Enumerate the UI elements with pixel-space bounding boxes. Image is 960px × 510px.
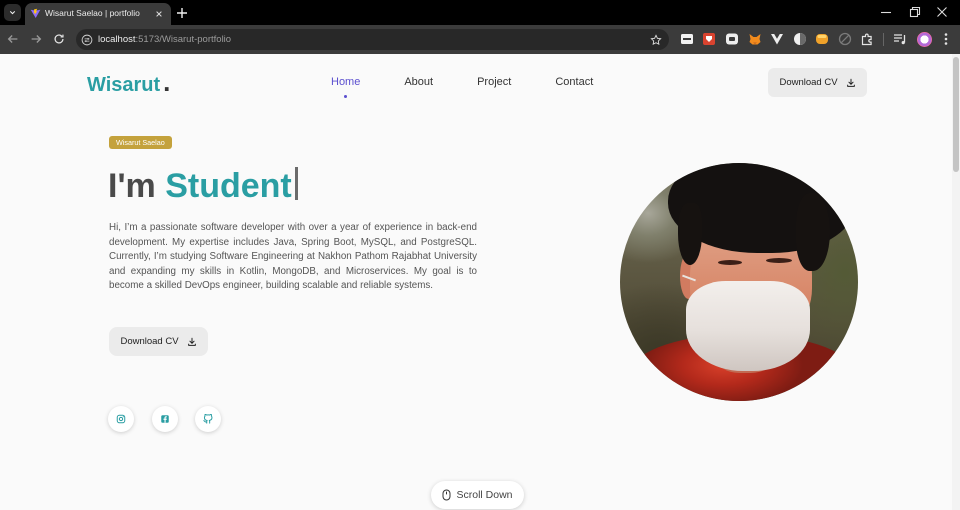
new-tab-plus-icon[interactable] bbox=[176, 7, 188, 19]
minimize-icon[interactable] bbox=[879, 5, 893, 19]
nav-project[interactable]: Project bbox=[477, 75, 511, 89]
photo-hair-side bbox=[678, 203, 702, 265]
header-download-cv-label: Download CV bbox=[779, 77, 838, 88]
tab-active[interactable]: Wisarut Saelao | portfolio bbox=[25, 3, 171, 25]
photo-eye bbox=[766, 258, 792, 263]
name-badge: Wisarut Saelao bbox=[109, 136, 172, 149]
tab-close-icon[interactable] bbox=[155, 10, 163, 18]
profile-avatar[interactable] bbox=[917, 32, 932, 47]
dark-mode-icon[interactable] bbox=[793, 32, 807, 46]
hero-download-cv-label: Download CV bbox=[120, 336, 179, 347]
profile-photo bbox=[620, 163, 858, 401]
typing-caret bbox=[294, 167, 298, 200]
page-scrollbar[interactable] bbox=[952, 54, 960, 510]
restore-icon[interactable] bbox=[908, 5, 922, 19]
fox-icon[interactable] bbox=[748, 32, 762, 46]
instagram-link[interactable] bbox=[108, 406, 134, 432]
instagram-icon bbox=[116, 414, 126, 424]
github-icon bbox=[203, 414, 213, 424]
scrollbar-thumb[interactable] bbox=[953, 57, 959, 172]
address-bar[interactable]: localhost:5173/Wisarut-portfolio bbox=[76, 29, 669, 50]
mouse-icon bbox=[442, 489, 451, 501]
extension-chat-icon[interactable] bbox=[725, 32, 739, 46]
back-arrow-icon[interactable] bbox=[6, 32, 20, 46]
media-controls-icon[interactable] bbox=[893, 32, 907, 46]
forward-arrow-icon[interactable] bbox=[29, 32, 43, 46]
header-download-cv-button[interactable]: Download CV bbox=[768, 68, 867, 97]
site-logo[interactable]: Wisarut. bbox=[87, 67, 171, 97]
extension-red-icon[interactable] bbox=[702, 32, 716, 46]
toolbar-separator bbox=[883, 33, 884, 46]
photo-face-mask bbox=[686, 281, 810, 371]
vite-favicon-icon bbox=[30, 8, 41, 18]
url-text[interactable]: localhost:5173/Wisarut-portfolio bbox=[98, 29, 231, 50]
tab-strip: Wisarut Saelao | portfolio bbox=[0, 0, 960, 25]
extensions-puzzle-icon[interactable] bbox=[860, 32, 874, 46]
download-icon bbox=[846, 78, 855, 87]
extension-window-icon[interactable] bbox=[680, 32, 694, 46]
more-menu-icon[interactable] bbox=[939, 32, 953, 46]
hero-download-cv-button[interactable]: Download CV bbox=[109, 327, 208, 356]
tab-title: Wisarut Saelao | portfolio bbox=[45, 8, 140, 18]
heading-highlight: Student bbox=[165, 167, 292, 205]
facebook-link[interactable] bbox=[152, 406, 178, 432]
heading-prefix: I'm bbox=[108, 167, 156, 205]
logo-dot: . bbox=[163, 67, 171, 97]
nav-home[interactable]: Home bbox=[331, 75, 360, 98]
hero-description: Hi, I’m a passionate software developer … bbox=[109, 222, 477, 291]
photo-eye bbox=[718, 260, 742, 265]
close-icon[interactable] bbox=[935, 5, 949, 19]
reload-icon[interactable] bbox=[52, 32, 66, 46]
logo-text: Wisarut bbox=[87, 74, 161, 96]
site-info-icon[interactable] bbox=[81, 34, 93, 46]
hero-heading: I'm Student bbox=[108, 166, 298, 206]
extension-disabled-icon[interactable] bbox=[838, 32, 852, 46]
extension-orange-icon[interactable] bbox=[815, 32, 829, 46]
tab-search-button[interactable] bbox=[4, 4, 21, 21]
chevron-down-icon bbox=[9, 11, 16, 15]
browser-toolbar: localhost:5173/Wisarut-portfolio bbox=[0, 25, 960, 54]
github-link[interactable] bbox=[195, 406, 221, 432]
scroll-down-label: Scroll Down bbox=[456, 489, 513, 501]
nav-about[interactable]: About bbox=[404, 75, 433, 89]
main-nav: Home About Project Contact bbox=[331, 75, 593, 98]
download-icon bbox=[187, 337, 196, 346]
page-viewport: Wisarut. Home About Project Contact Down… bbox=[0, 54, 960, 510]
url-host: localhost bbox=[98, 34, 136, 45]
nav-contact[interactable]: Contact bbox=[555, 75, 593, 89]
bookmark-star-icon[interactable] bbox=[650, 33, 662, 46]
scroll-down-button[interactable]: Scroll Down bbox=[431, 481, 524, 509]
vue-devtools-icon[interactable] bbox=[770, 32, 784, 46]
photo-hair-side bbox=[796, 193, 830, 271]
facebook-icon bbox=[161, 415, 169, 423]
url-path: :5173/Wisarut-portfolio bbox=[135, 34, 232, 45]
